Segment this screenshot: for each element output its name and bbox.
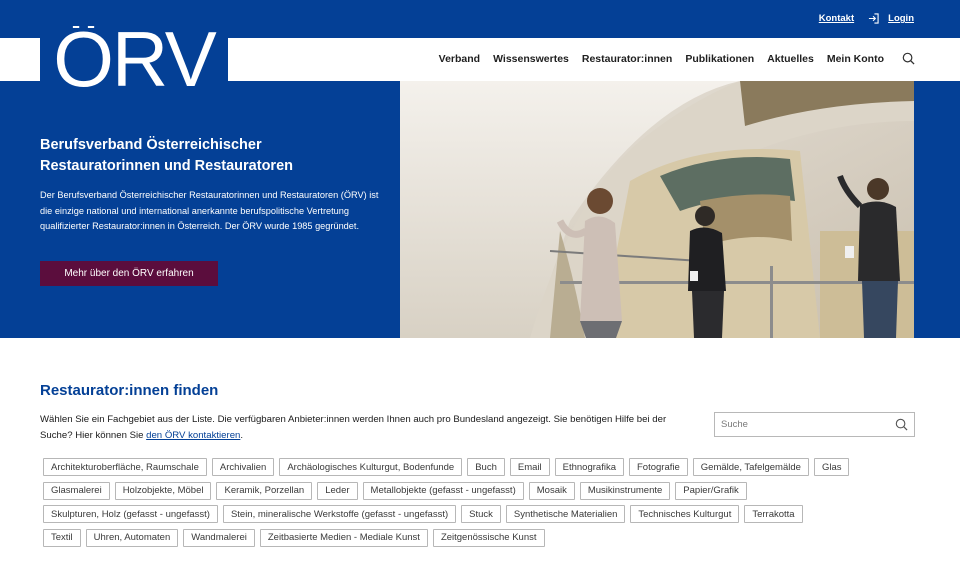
- nav-item-publikationen[interactable]: Publikationen: [685, 53, 754, 65]
- specialty-tag[interactable]: Textil: [43, 528, 81, 547]
- finder-search: [714, 412, 915, 437]
- specialty-tag[interactable]: Zeitgenössische Kunst: [432, 528, 545, 547]
- nav-item-aktuelles[interactable]: Aktuelles: [767, 53, 814, 65]
- finder-intro: Wählen Sie ein Fachgebiet aus der Liste.…: [40, 412, 700, 444]
- search-icon[interactable]: [902, 52, 915, 70]
- hero-text: Der Berufsverband Österreichischer Resta…: [40, 190, 379, 232]
- contact-link[interactable]: Kontakt: [819, 13, 854, 24]
- specialty-tag[interactable]: Archivalien: [211, 458, 275, 476]
- specialty-tag[interactable]: Architekturoberfläche, Raumschale: [43, 458, 207, 476]
- login-link[interactable]: Login: [888, 13, 914, 24]
- specialty-tag[interactable]: Glasmalerei: [43, 481, 110, 500]
- specialty-tag[interactable]: Keramik, Porzellan: [216, 481, 313, 500]
- specialty-tag[interactable]: Holzobjekte, Möbel: [114, 481, 212, 500]
- site-logo[interactable]: ÖRV: [40, 26, 228, 92]
- specialty-tag[interactable]: Skulpturen, Holz (gefasst - ungefasst): [43, 505, 218, 523]
- specialty-tags: Architekturoberfläche, Raumschale Archiv…: [43, 458, 923, 552]
- finder-search-input[interactable]: [721, 417, 889, 432]
- nav-item-wissenswertes[interactable]: Wissenswertes: [493, 53, 569, 65]
- nav-item-mein-konto[interactable]: Mein Konto: [827, 53, 884, 65]
- specialty-tag[interactable]: Fotografie: [628, 458, 688, 476]
- specialty-tag[interactable]: Synthetische Materialien: [505, 505, 626, 523]
- hero-photo: [400, 81, 914, 338]
- specialty-tag[interactable]: Ethnografika: [554, 458, 624, 476]
- finder-title: Restaurator:innen finden: [40, 382, 219, 399]
- more-about-button[interactable]: Mehr über den ÖRV erfahren: [40, 261, 218, 286]
- intro-text: Wählen Sie ein Fachgebiet aus der Liste.…: [40, 414, 667, 441]
- contact-orv-link[interactable]: den ÖRV kontaktieren: [146, 430, 240, 441]
- intro-end: .: [240, 430, 244, 441]
- specialty-tag[interactable]: Uhren, Automaten: [85, 528, 179, 547]
- specialty-tag[interactable]: Email: [509, 458, 550, 476]
- specialty-tag[interactable]: Papier/Grafik: [675, 481, 747, 500]
- search-icon[interactable]: [895, 418, 908, 436]
- specialty-tag[interactable]: Terrakotta: [744, 505, 803, 523]
- specialty-tag[interactable]: Wandmalerei: [183, 528, 255, 547]
- specialty-tag[interactable]: Metallobjekte (gefasst - ungefasst): [362, 481, 524, 500]
- hero-title: Berufsverband Österreichischer Restaurat…: [40, 137, 293, 174]
- nav-item-verband[interactable]: Verband: [439, 53, 480, 65]
- utility-links: Kontakt Login: [819, 13, 914, 24]
- specialty-tag[interactable]: Leder: [317, 481, 358, 500]
- tag-row: Glasmalerei Holzobjekte, Möbel Keramik, …: [43, 481, 923, 500]
- nav-item-restauratorinnen[interactable]: Restaurator:innen: [582, 53, 672, 65]
- specialty-tag[interactable]: Glas: [813, 458, 850, 476]
- specialty-tag[interactable]: Stuck: [461, 505, 501, 523]
- specialty-tag[interactable]: Stein, mineralische Werkstoffe (gefasst …: [222, 505, 457, 523]
- tag-row: Architekturoberfläche, Raumschale Archiv…: [43, 458, 923, 476]
- specialty-tag[interactable]: Mosaik: [528, 481, 575, 500]
- specialty-tag[interactable]: Gemälde, Tafelgemälde: [692, 458, 809, 476]
- login-group[interactable]: Login: [868, 13, 914, 24]
- tag-row: Textil Uhren, Automaten Wandmalerei Zeit…: [43, 528, 923, 547]
- login-icon: [868, 13, 879, 24]
- specialty-tag[interactable]: Technisches Kulturgut: [630, 505, 740, 523]
- specialty-tag[interactable]: Musikinstrumente: [579, 481, 671, 500]
- specialty-tag[interactable]: Zeitbasierte Medien - Mediale Kunst: [259, 528, 428, 547]
- main-nav: Verband Wissenswertes Restaurator:innen …: [439, 53, 884, 65]
- tag-row: Skulpturen, Holz (gefasst - ungefasst) S…: [43, 505, 923, 523]
- specialty-tag[interactable]: Archäologisches Kulturgut, Bodenfunde: [279, 458, 463, 476]
- logo-text: ÖRV: [53, 26, 217, 92]
- specialty-tag[interactable]: Buch: [467, 458, 505, 476]
- hero-section: Berufsverband Österreichischer Restaurat…: [0, 81, 960, 338]
